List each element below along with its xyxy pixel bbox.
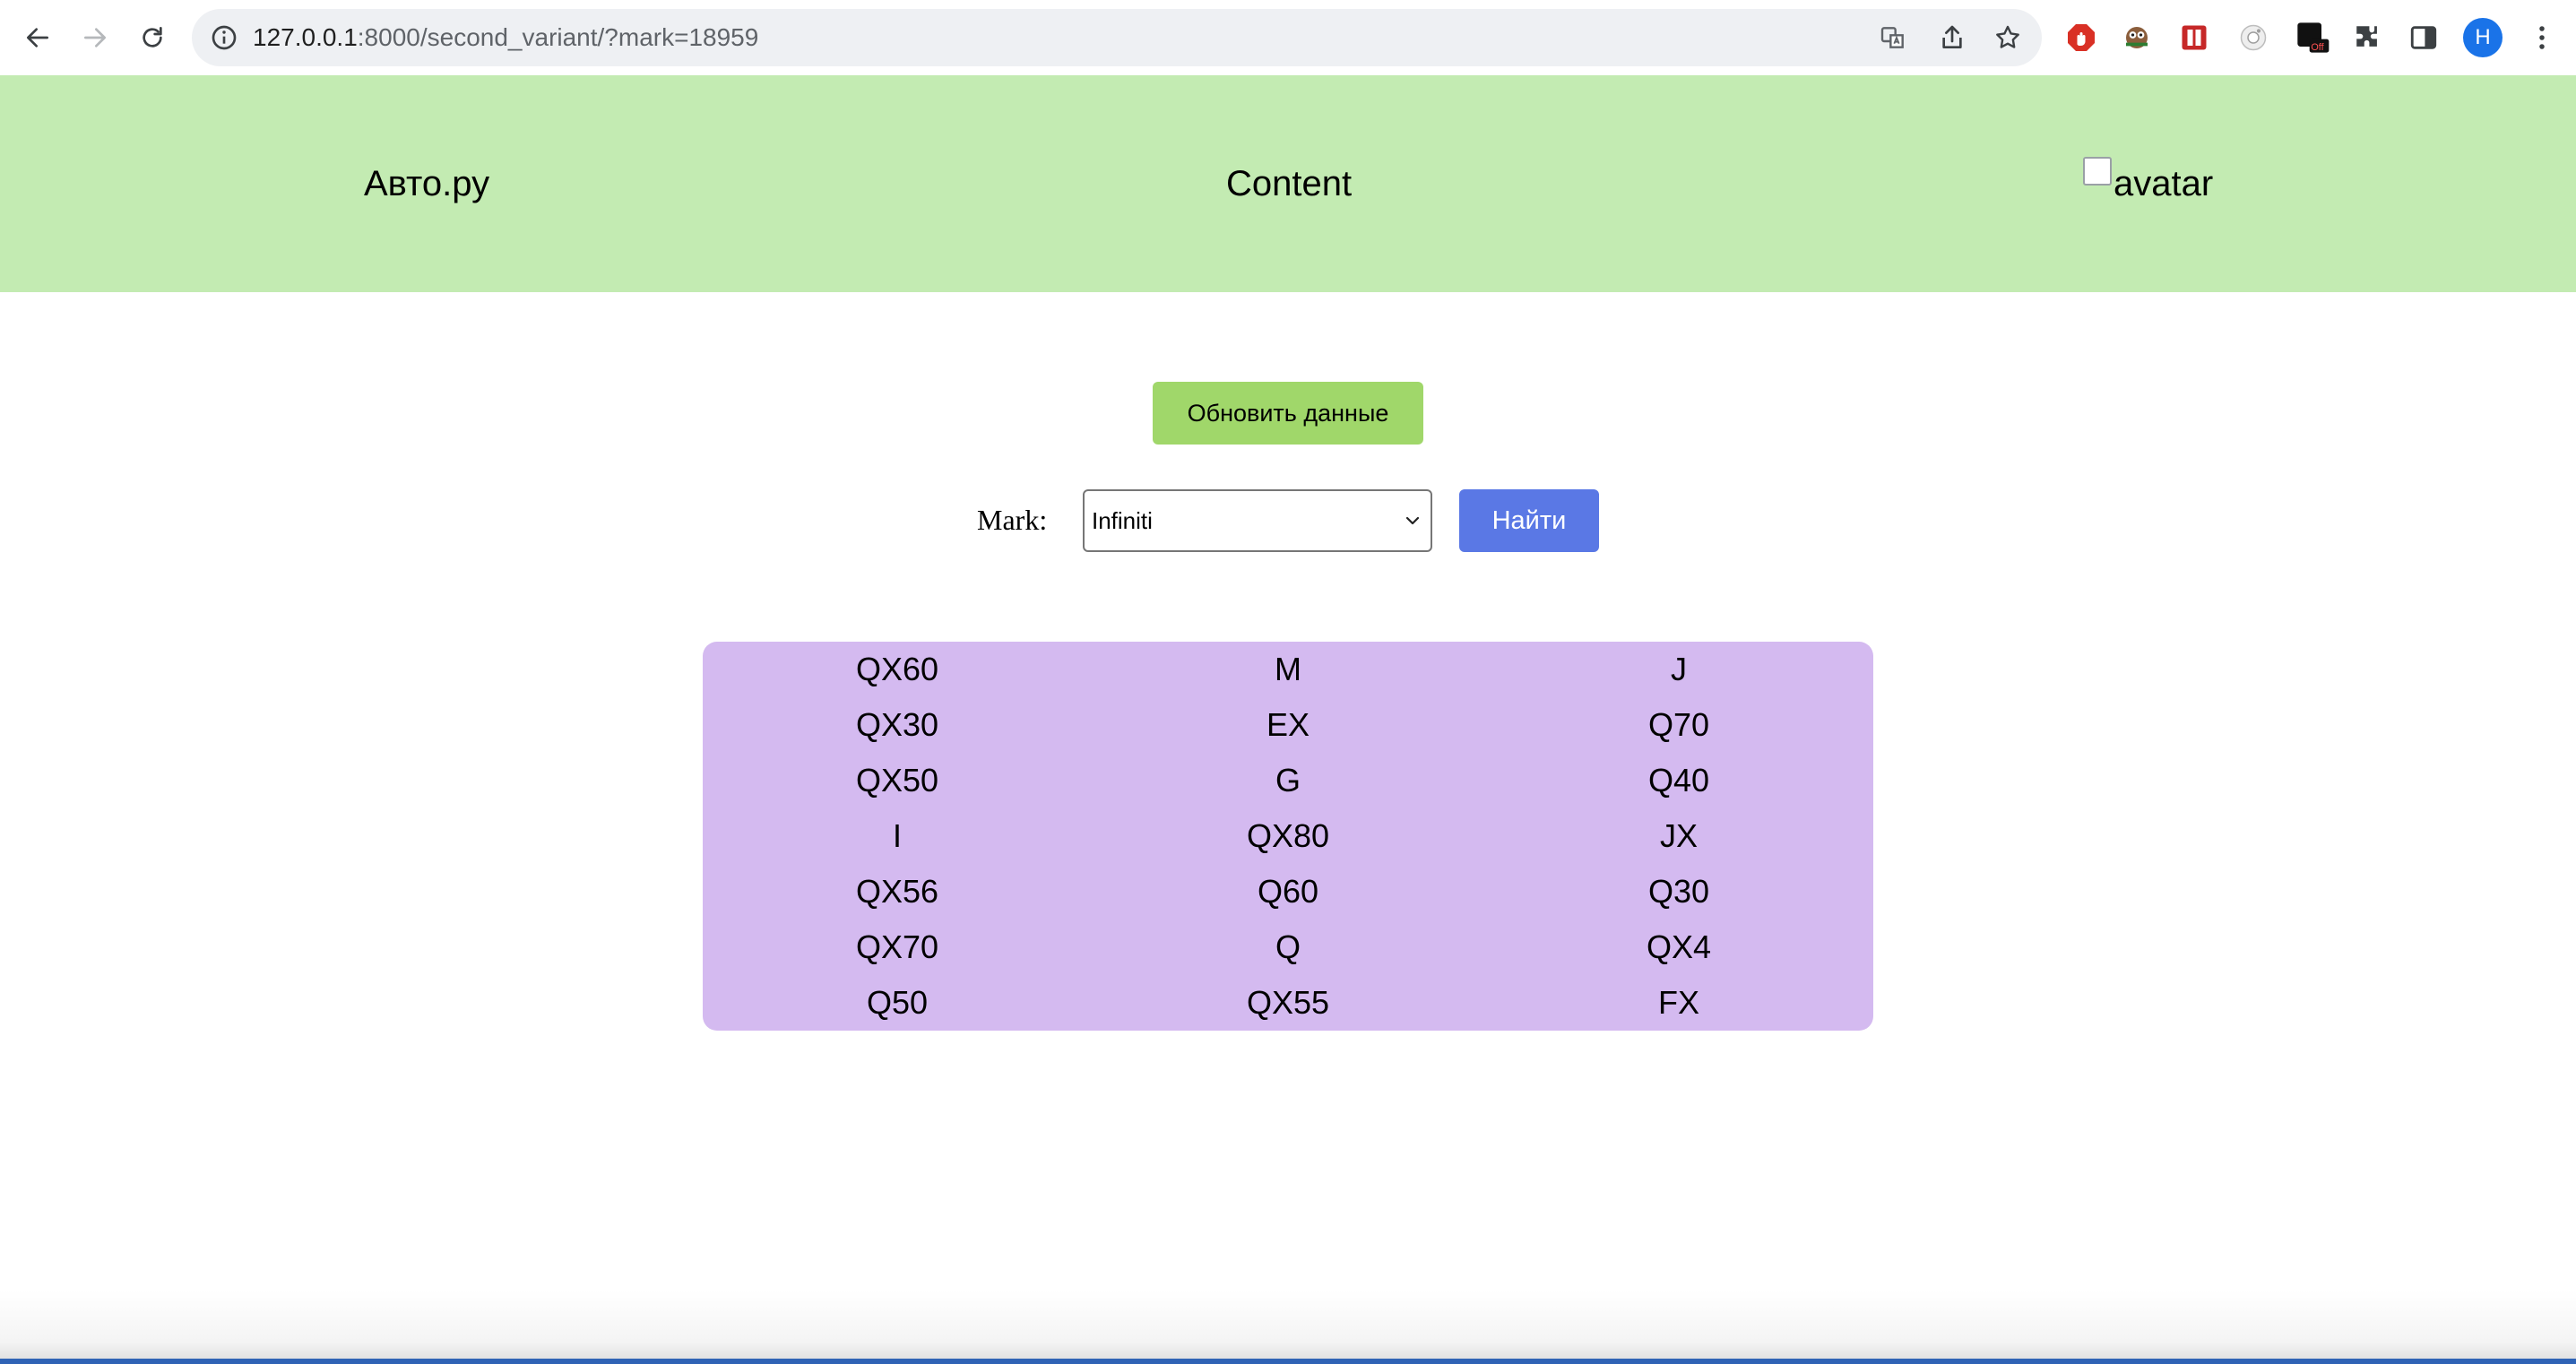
translate-icon[interactable]	[1879, 23, 1907, 52]
bookmark-star-icon[interactable]	[1993, 23, 2022, 52]
chevron-down-icon	[1405, 516, 1420, 525]
browser-menu-icon[interactable]	[2528, 18, 2556, 57]
taskbar-edge	[0, 1359, 2576, 1364]
share-icon[interactable]	[1938, 23, 1967, 52]
browser-toolbar: 127.0.0.1:8000/second_variant/?mark=1895…	[0, 0, 2576, 75]
adblock-extension-icon[interactable]	[2063, 20, 2099, 56]
model-item: Q	[1275, 928, 1301, 965]
model-row: QX70 Q QX4	[703, 919, 1873, 975]
model-item: QX30	[855, 706, 939, 743]
model-item: QX56	[855, 873, 939, 910]
model-item: Q30	[1647, 873, 1710, 910]
url-text: 127.0.0.1:8000/second_variant/?mark=1895…	[253, 9, 758, 66]
profile-avatar[interactable]: H	[2463, 18, 2503, 57]
model-item: J	[1671, 651, 1687, 687]
back-icon[interactable]	[18, 18, 57, 57]
model-item: G	[1275, 762, 1301, 799]
header-content-link[interactable]: Content	[1226, 75, 1352, 292]
extensions-puzzle-icon[interactable]	[2350, 20, 2386, 56]
model-item: JX	[1659, 817, 1698, 854]
site-logo[interactable]: Авто.ру	[364, 75, 489, 292]
model-row: QX50 G Q40	[703, 753, 1873, 808]
model-item: QX55	[1246, 984, 1330, 1021]
model-item: I	[892, 817, 902, 854]
model-item: Q50	[866, 984, 929, 1021]
model-row: I QX80 JX	[703, 808, 1873, 864]
side-panel-icon[interactable]	[2406, 20, 2442, 56]
terminal-extension-icon[interactable]: Off	[2295, 20, 2330, 56]
model-item: M	[1275, 651, 1301, 687]
model-item: QX70	[855, 928, 939, 965]
site-info-icon[interactable]	[210, 23, 238, 52]
model-row: QX30 EX Q70	[703, 697, 1873, 753]
model-item: Q60	[1257, 873, 1319, 910]
mark-label: Mark:	[977, 504, 1048, 536]
extension-badge: Off	[2311, 42, 2324, 53]
model-item: QX50	[855, 762, 939, 799]
site-header: Авто.ру Content avatar	[0, 75, 2576, 292]
model-row: QX56 Q60 Q30	[703, 864, 1873, 919]
owl-extension-icon[interactable]	[2119, 20, 2155, 56]
model-row: QX60 M J	[703, 642, 1873, 697]
avatar[interactable]: avatar	[2083, 75, 2213, 292]
mark-select[interactable]: Infiniti	[1083, 489, 1432, 552]
mark-select-value: Infiniti	[1092, 507, 1153, 534]
address-bar[interactable]: 127.0.0.1:8000/second_variant/?mark=1895…	[192, 9, 2042, 66]
url-path: :8000/second_variant/?mark=18959	[357, 23, 759, 51]
find-button[interactable]: Найти	[1459, 489, 1599, 552]
model-item: QX60	[855, 651, 939, 687]
models-panel: QX60 M J QX30 EX Q70 QX50 G Q40 I QX80 J…	[703, 642, 1873, 1031]
refresh-data-button[interactable]: Обновить данные	[1153, 382, 1423, 445]
model-item: QX80	[1246, 817, 1330, 854]
model-item: QX4	[1646, 928, 1712, 965]
model-item: EX	[1266, 706, 1310, 743]
book-extension-icon[interactable]	[2176, 20, 2212, 56]
model-item: Q40	[1647, 762, 1710, 799]
model-item: FX	[1657, 984, 1699, 1021]
forward-icon[interactable]	[75, 18, 115, 57]
broken-image-icon	[2083, 157, 2112, 186]
url-host: 127.0.0.1	[253, 23, 358, 51]
reload-icon[interactable]	[133, 18, 172, 57]
model-item: Q70	[1647, 706, 1710, 743]
camera-extension-icon[interactable]	[2235, 20, 2271, 56]
window-bottom-shadow	[0, 1291, 2576, 1364]
model-row: Q50 QX55 FX	[703, 975, 1873, 1031]
avatar-alt-text: avatar	[2114, 164, 2214, 203]
